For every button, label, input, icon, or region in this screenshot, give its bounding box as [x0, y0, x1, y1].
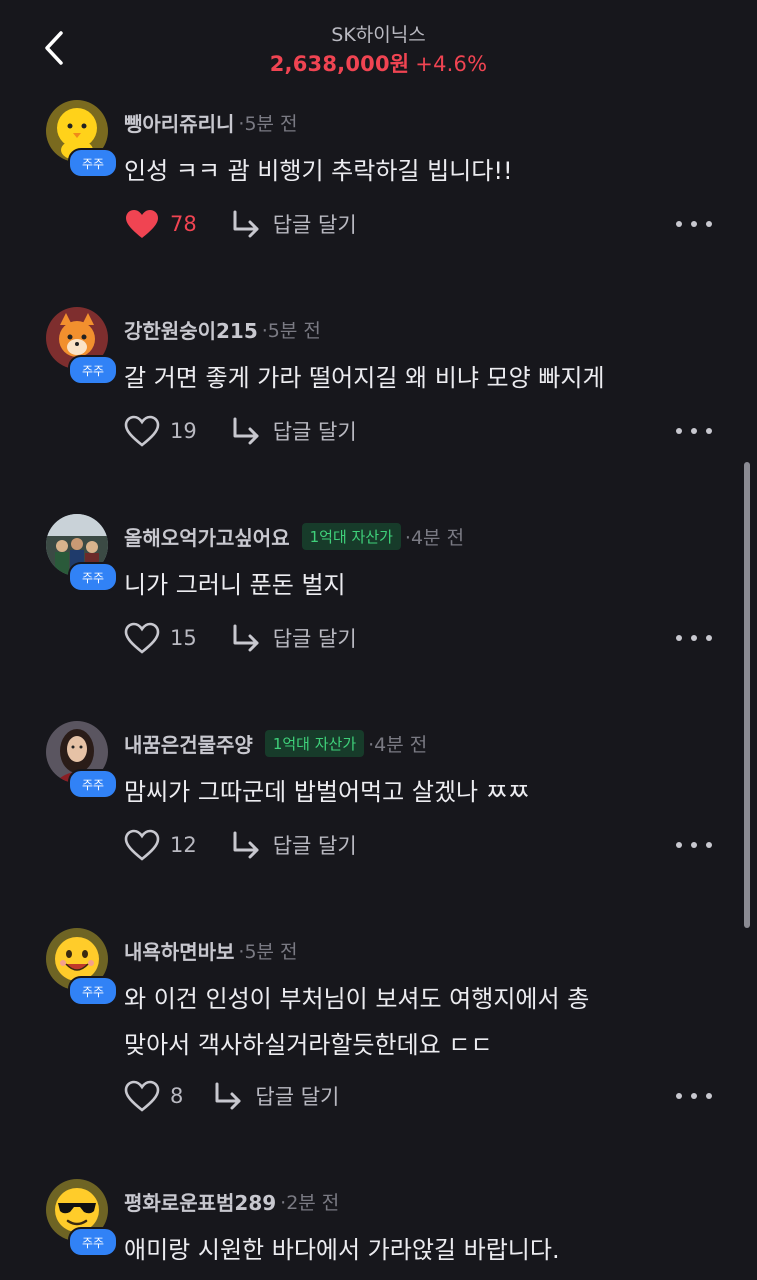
comment-author[interactable]: 강한원숭이215 [124, 315, 258, 344]
comment-meta: 내꿈은건물주양 1억대 자산가 ·4분 전 [124, 729, 427, 758]
reply-label: 답글 달기 [272, 420, 357, 444]
reply-button[interactable]: 답글 달기 [231, 209, 357, 239]
comment-text: 인성 ㅋㅋ 괌 비행기 추락하길 빕니다!! [124, 148, 684, 194]
reply-label: 답글 달기 [272, 834, 357, 858]
like-button[interactable]: 19 [124, 415, 197, 447]
more-options-icon[interactable] [676, 1086, 712, 1106]
comment-line: 갈 거면 좋게 가라 떨어지길 왜 비냐 모양 빠지게 [124, 364, 605, 392]
comment-text: 맘씨가 그따군데 밥벌어먹고 살겠나 ㅉㅉ [124, 769, 684, 815]
comment-actions: 8 답글 달기 [124, 1076, 339, 1116]
heart-filled-icon [126, 210, 158, 238]
shareholder-badge: 주주 [68, 1227, 118, 1257]
heart-outline-icon [124, 829, 160, 861]
like-button[interactable]: 78 [124, 208, 197, 240]
price-change: +4.6% [415, 52, 488, 76]
comment-text: 갈 거면 좋게 가라 떨어지길 왜 비냐 모양 빠지게 [124, 355, 684, 401]
asset-tier-badge: 1억대 자산가 [264, 730, 365, 757]
reply-button[interactable]: 답글 달기 [231, 830, 357, 860]
comment-actions: 15 답글 달기 [124, 618, 357, 658]
reply-label: 답글 달기 [272, 627, 357, 651]
more-options-icon[interactable] [676, 628, 712, 648]
comment-time: ·5분 전 [238, 941, 298, 963]
comment-meta: 평화로운표범289 ·2분 전 [124, 1187, 339, 1216]
more-options-icon[interactable] [676, 214, 712, 234]
comment-text: 애미랑 시원한 바다에서 가라앉길 바랍니다. [124, 1227, 684, 1273]
reply-arrow-icon [233, 417, 259, 445]
shareholder-badge: 주주 [68, 148, 118, 178]
header: SK하이닉스 2,638,000원 +4.6% [0, 0, 757, 90]
heart-outline-icon [124, 622, 160, 654]
comment-meta: 뺑아리쥬리니 ·5분 전 [124, 108, 298, 137]
comment-text: 니가 그러니 푼돈 벌지 [124, 562, 684, 608]
comment-line: 맘씨가 그따군데 밥벌어먹고 살겠나 ㅉㅉ [124, 778, 530, 806]
reply-arrow-icon [233, 624, 259, 652]
like-count: 78 [170, 212, 197, 236]
reply-button[interactable]: 답글 달기 [231, 416, 357, 446]
comment-time: ·5분 전 [261, 320, 321, 342]
comment-line: 맞아서 객사하실거라할듯한데요 ㄷㄷ [124, 1031, 493, 1059]
reply-arrow-icon [215, 1082, 241, 1110]
comment-actions: 12 답글 달기 [124, 825, 357, 865]
like-button[interactable]: 15 [124, 622, 197, 654]
stock-price: 2,638,000원 [269, 52, 410, 76]
reply-button[interactable]: 답글 달기 [213, 1081, 339, 1111]
like-button[interactable]: 8 [124, 1080, 183, 1112]
stock-name: SK하이닉스 [331, 24, 426, 46]
comment-line: 애미랑 시원한 바다에서 가라앉길 바랍니다. [124, 1236, 560, 1264]
heart-outline-icon [124, 415, 160, 447]
shareholder-badge: 주주 [68, 976, 118, 1006]
comment-line: 니가 그러니 푼돈 벌지 [124, 571, 346, 599]
scrollbar[interactable] [744, 462, 750, 928]
like-button[interactable]: 12 [124, 829, 197, 861]
comment-author[interactable]: 내꿈은건물주양 [124, 729, 253, 758]
asset-tier-badge: 1억대 자산가 [301, 523, 401, 550]
comment-actions: 78 답글 달기 [124, 204, 357, 244]
stock-price-line: 2,638,000원 +4.6% [0, 48, 757, 78]
comment-meta: 강한원숭이215 ·5분 전 [124, 315, 321, 344]
comment-author[interactable]: 뺑아리쥬리니 [124, 108, 234, 137]
comment-author[interactable]: 내욕하면바보 [124, 936, 234, 965]
reply-arrow-icon [233, 831, 259, 859]
heart-outline-icon [124, 1080, 160, 1112]
comment-author[interactable]: 올해오억가고싶어요 [124, 522, 290, 551]
shareholder-badge: 주주 [68, 562, 118, 592]
more-options-icon[interactable] [676, 835, 712, 855]
shareholder-badge: 주주 [68, 769, 118, 799]
reply-arrow-icon [233, 210, 259, 238]
comment-actions: 19 답글 달기 [124, 411, 357, 451]
reply-button[interactable]: 답글 달기 [231, 623, 357, 653]
comment-line: 와 이건 인성이 부처님이 보셔도 여행지에서 총 [124, 985, 590, 1013]
like-count: 12 [170, 833, 197, 857]
like-count: 8 [170, 1084, 184, 1108]
shareholder-badge: 주주 [68, 355, 118, 385]
comment-meta: 올해오억가고싶어요 1억대 자산가 ·4분 전 [124, 522, 464, 551]
like-count: 15 [170, 626, 197, 650]
comment-line: 인성 ㅋㅋ 괌 비행기 추락하길 빕니다!! [124, 157, 513, 185]
reply-label: 답글 달기 [272, 213, 357, 237]
comment-time: ·4분 전 [368, 734, 428, 756]
like-count: 19 [170, 419, 197, 443]
comment-time: ·5분 전 [238, 113, 298, 135]
comment-time: ·2분 전 [280, 1192, 340, 1214]
more-options-icon[interactable] [676, 421, 712, 441]
reply-label: 답글 달기 [255, 1085, 340, 1109]
comment-meta: 내욕하면바보 ·5분 전 [124, 936, 298, 965]
comment-text: 와 이건 인성이 부처님이 보셔도 여행지에서 총 맞아서 객사하실거라할듯한데… [124, 976, 684, 1068]
comment-author[interactable]: 평화로운표범289 [124, 1187, 276, 1216]
comment-time: ·4분 전 [404, 527, 465, 549]
